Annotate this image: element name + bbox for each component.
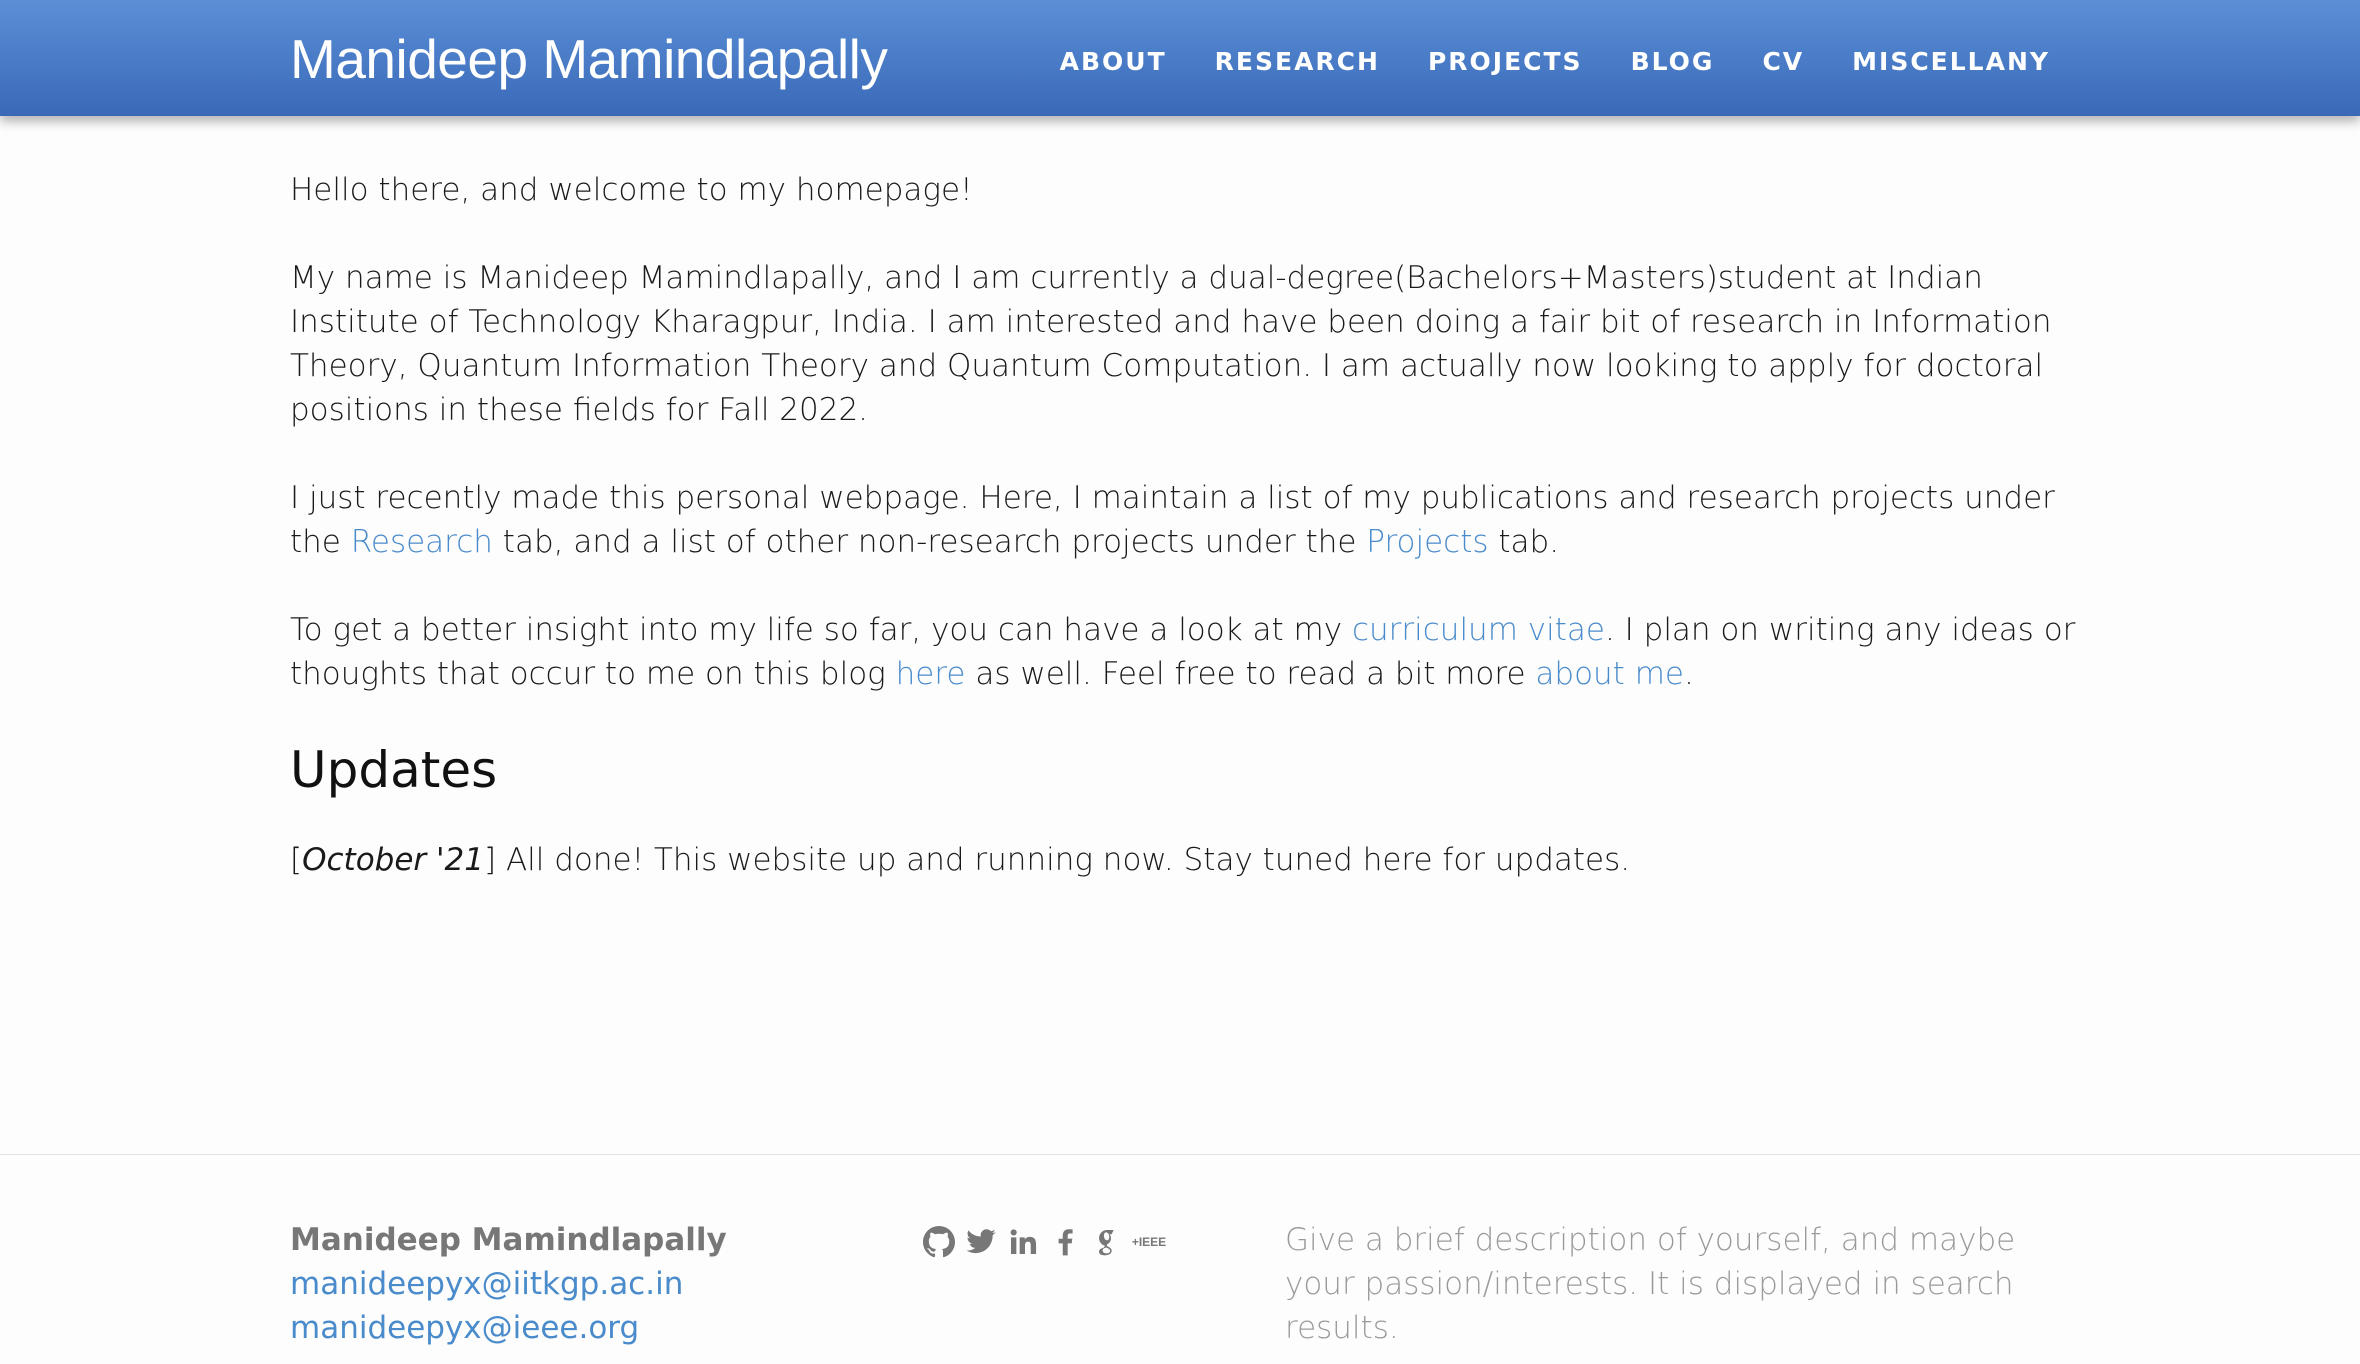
greeting-text: Hello there, and welcome to my homepage! xyxy=(290,172,973,208)
update-text: All done! This website up and running no… xyxy=(496,842,1631,878)
nav-link-blog[interactable]: BLOG xyxy=(1631,42,1715,82)
paragraph-text: tab, and a list of other non-research pr… xyxy=(492,524,1367,560)
paragraph-text: To get a better insight into my life so … xyxy=(290,612,1352,648)
navbar: Manideep Mamindlapally ABOUT RESEARCH PR… xyxy=(0,0,2360,116)
nav-link-cv[interactable]: CV xyxy=(1762,42,1804,82)
webpage-paragraph: I just recently made this personal webpa… xyxy=(290,476,2080,564)
paragraph-text: . xyxy=(1683,656,1694,692)
footer-name: Manideep Mamindlapally xyxy=(290,1222,727,1258)
updates-heading: Updates xyxy=(290,741,498,799)
paragraph-text: tab. xyxy=(1488,524,1560,560)
social-icons: +IEEE xyxy=(922,1225,1166,1259)
nav-link-projects[interactable]: PROJECTS xyxy=(1428,42,1583,82)
nav-links: ABOUT RESEARCH PROJECTS BLOG CV MISCELLA… xyxy=(1012,42,2050,82)
email-link-ieee[interactable]: manideepyx@ieee.org xyxy=(290,1306,727,1350)
blog-here-link[interactable]: here xyxy=(896,656,966,692)
cv-link[interactable]: curriculum vitae xyxy=(1352,612,1605,648)
main-content: Hello there, and welcome to my homepage!… xyxy=(290,168,2080,926)
footer-contact: Manideep Mamindlapally manideepyx@iitkgp… xyxy=(290,1218,727,1350)
projects-link[interactable]: Projects xyxy=(1366,524,1488,560)
github-icon[interactable] xyxy=(922,1225,956,1259)
nav-link-about[interactable]: ABOUT xyxy=(1060,42,1167,82)
google-scholar-icon[interactable] xyxy=(1090,1225,1124,1259)
nav-link-research[interactable]: RESEARCH xyxy=(1215,42,1380,82)
research-link[interactable]: Research xyxy=(351,524,493,560)
twitter-icon[interactable] xyxy=(964,1225,998,1259)
footer: Manideep Mamindlapally manideepyx@iitkgp… xyxy=(0,1154,2360,1364)
footer-description: Give a brief description of yourself, an… xyxy=(1285,1222,2016,1346)
linkedin-icon[interactable] xyxy=(1006,1225,1040,1259)
update-bracket-open: [ xyxy=(290,842,303,878)
ieee-icon[interactable]: +IEEE xyxy=(1132,1225,1166,1259)
update-bracket-close: ] xyxy=(484,842,497,878)
nav-link-miscellany[interactable]: MISCELLANY xyxy=(1852,42,2050,82)
paragraph-text: as well. Feel free to read a bit more xyxy=(965,656,1536,692)
email-link-iitkgp[interactable]: manideepyx@iitkgp.ac.in xyxy=(290,1262,727,1306)
site-title-link[interactable]: Manideep Mamindlapally xyxy=(290,24,888,94)
intro-paragraph: My name is Manideep Mamindlapally, and I… xyxy=(290,260,2052,428)
about-me-link[interactable]: about me xyxy=(1535,656,1684,692)
insight-paragraph: To get a better insight into my life so … xyxy=(290,608,2080,696)
facebook-icon[interactable] xyxy=(1048,1225,1082,1259)
update-item: [October '21] All done! This website up … xyxy=(290,838,2080,882)
update-date: October '21 xyxy=(302,842,484,878)
